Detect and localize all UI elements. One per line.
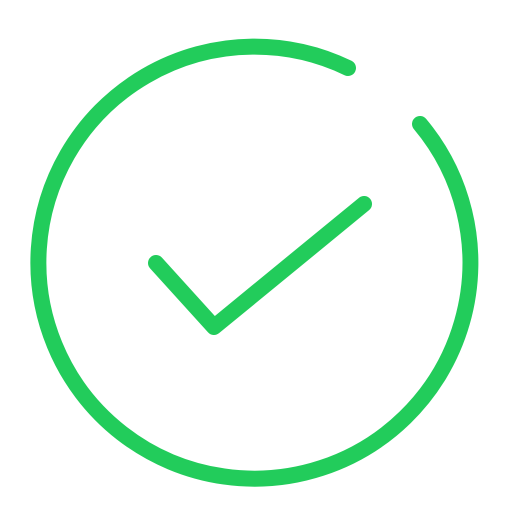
checkmark: [148, 196, 372, 335]
circle-ring: [30, 38, 479, 487]
check-circle-icon: [30, 38, 479, 487]
success-check-icon: [0, 0, 512, 512]
